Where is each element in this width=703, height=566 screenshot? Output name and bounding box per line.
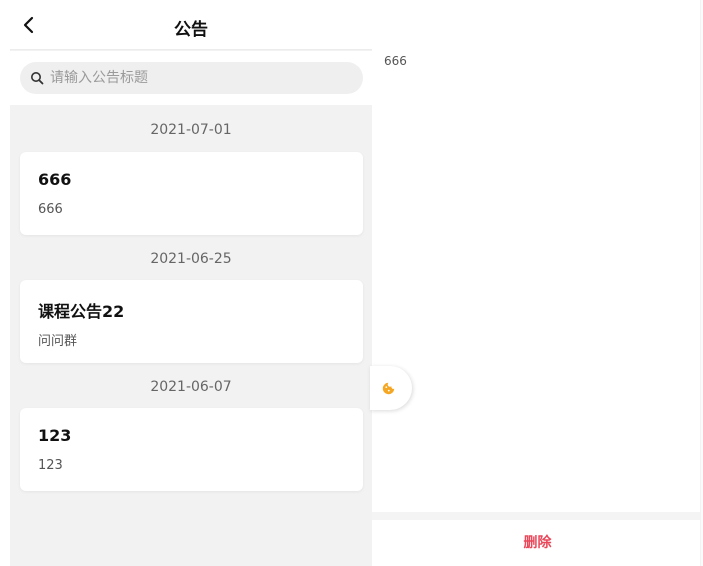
announcement-title: 123 [38,426,72,445]
page-title: 公告 [174,20,208,40]
footer-divider [372,512,703,520]
search-input[interactable] [50,62,350,94]
date-label: 2021-07-01 [150,122,232,138]
announcement-content: 666 [38,202,63,217]
announcement-card[interactable]: 666 666 [20,152,363,235]
announcement-content: 问问群 [38,334,78,349]
header-bar: 公告 [10,0,372,50]
announcement-title: 666 [38,170,72,189]
search-icon [31,72,44,85]
delete-button[interactable]: 删除 [372,520,703,566]
date-label: 2021-06-07 [150,379,232,395]
detail-content: 666 [384,54,407,68]
search-bar[interactable] [20,62,363,94]
announcement-list-panel: 公告 2021-07-01 666 666 2021-06-25 课程公告22 … [10,0,372,566]
announcement-title: 课程公告22 [38,302,125,321]
announcement-detail-panel: 666 删除 [370,0,703,566]
announcement-content: 123 [38,458,63,473]
announcement-card[interactable]: 123 123 [20,408,363,491]
cookie-icon [382,382,395,395]
floating-action-button[interactable] [370,366,412,410]
date-label: 2021-06-25 [150,251,232,267]
search-section [10,51,372,105]
announcement-card[interactable]: 课程公告22 问问群 [20,280,363,363]
